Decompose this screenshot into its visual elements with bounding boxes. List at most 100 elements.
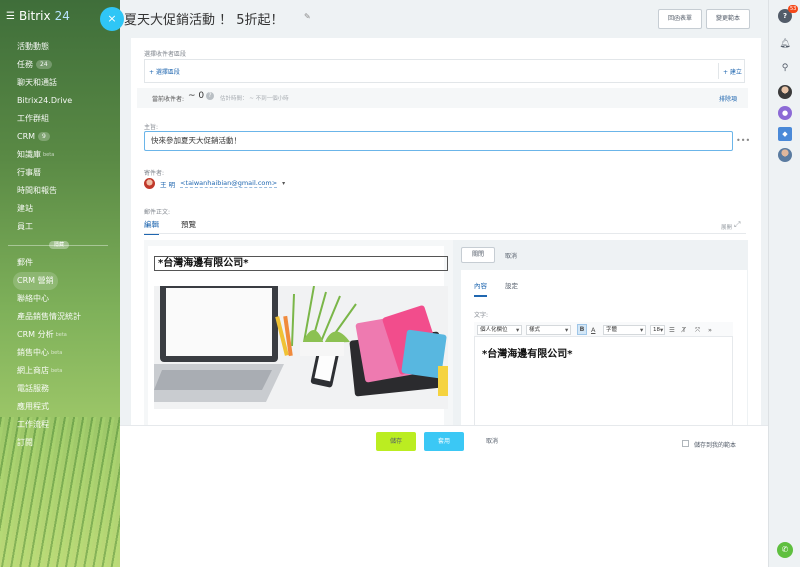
text-toolbar: 個人化欄位 ▾ 樣式 ▾ B A 字體 ▾ 18 ▾ ☰ T̸ ⤧ » xyxy=(474,322,733,337)
notification-badge: 53 xyxy=(788,5,799,13)
align-icon[interactable]: ☰ xyxy=(669,325,675,335)
sender-field[interactable]: 王 明 <taiwanhaibian@gmail.com> ▾ xyxy=(144,178,285,189)
avatar[interactable] xyxy=(778,148,792,162)
editor-text[interactable]: *台灣海邊有限公司* xyxy=(482,345,572,360)
bell-icon[interactable]: 🔔︎ xyxy=(778,37,792,51)
info-icon[interactable]: ? xyxy=(206,92,214,100)
group-chat-icon[interactable]: ◆ xyxy=(778,127,792,141)
cancel-button[interactable]: 取消 xyxy=(505,251,517,260)
preview-heading[interactable]: *台灣海邊有限公司* xyxy=(154,256,448,271)
create-segment-link[interactable]: + 建立 xyxy=(723,67,742,76)
save-template-checkbox[interactable] xyxy=(682,440,689,447)
sidebar-menu: 活動動態 任務 24 聊天和通話 Bitrix24.Drive 工作群組 CRM 9… xyxy=(8,38,108,452)
sidebar-item[interactable]: Bitrix24.Drive xyxy=(17,92,108,110)
font-color-icon[interactable]: A xyxy=(591,325,595,335)
menu-icon[interactable]: ☰ xyxy=(6,11,15,22)
sidebar-item[interactable]: 網上商店 beta xyxy=(17,362,108,380)
hidden-separator[interactable]: 隱藏 xyxy=(8,239,108,251)
slider-header: 夏天大促銷活動 ！ 5折起！ ✎ 回函表單 變更範本 xyxy=(120,0,768,38)
sidebar-item[interactable]: 工作流程 xyxy=(17,416,108,434)
exclude-link[interactable]: 排除項 xyxy=(719,94,737,103)
chevron-down-icon[interactable]: ▾ xyxy=(282,180,285,187)
return-form-button[interactable]: 回函表單 xyxy=(658,9,702,29)
chevron-down-icon: ▾ xyxy=(660,326,664,334)
sender-name: 王 明 xyxy=(160,180,176,189)
close-button[interactable]: 關閉 xyxy=(461,247,495,263)
sidebar-item[interactable]: 聯絡中心 xyxy=(17,290,108,308)
change-template-button[interactable]: 變更範本 xyxy=(706,9,750,29)
bold-icon[interactable]: B xyxy=(577,324,587,335)
select-segment-link[interactable]: + 選擇區段 xyxy=(149,67,180,76)
tab-preview[interactable]: 預覽 xyxy=(181,219,196,230)
sidebar-item[interactable]: 訂閱 xyxy=(17,434,108,452)
save-template-label: 儲存到我的範本 xyxy=(694,442,737,449)
expand-label[interactable]: 展開 xyxy=(721,223,732,231)
sidebar-item-active[interactable]: CRM 營銷 xyxy=(13,272,58,290)
save-button[interactable]: 儲存 xyxy=(376,432,416,451)
segment-field: + 選擇區段 + 建立 xyxy=(144,59,745,83)
sidebar-item[interactable]: CRM 分析 beta xyxy=(17,326,108,344)
page-title: 夏天大促銷活動 ！ 5折起！ xyxy=(124,13,284,28)
sidebar-item[interactable]: 行事曆 xyxy=(17,164,108,182)
sidebar-item[interactable]: 產品銷售情況統計 xyxy=(17,308,108,326)
current-recipients-value: ~ 0 xyxy=(188,91,205,101)
sidebar-item[interactable]: 建站 xyxy=(17,200,108,218)
logo-text: Bitrix xyxy=(18,9,51,23)
tab-settings[interactable]: 設定 xyxy=(505,280,518,290)
recipients-info-bar: 當前收件者: ~ 0 ? 估計時間： ~ 不到一個小時 排除項 xyxy=(137,88,748,108)
beta-tag: beta xyxy=(55,332,67,338)
sidebar-item[interactable]: 員工 xyxy=(17,218,108,236)
sidebar-item[interactable]: 聊天和通話 xyxy=(17,74,108,92)
clear-format-icon[interactable]: T̸ xyxy=(682,325,686,335)
block-settings-panel: 關閉 取消 內容 設定 文字: 個人化欄位 ▾ 樣式 ▾ B A 字體 ▾ 18… xyxy=(453,240,748,425)
subject-label: 主旨: xyxy=(144,124,159,131)
panel-card: 內容 設定 文字: 個人化欄位 ▾ 樣式 ▾ B A 字體 ▾ 18 ▾ ☰ T… xyxy=(461,270,747,425)
body-label: 郵件正文: xyxy=(144,209,171,216)
text-label: 文字: xyxy=(474,312,489,319)
counter-badge: 24 xyxy=(36,60,52,69)
hero-image[interactable] xyxy=(154,286,448,409)
avatar[interactable]: ● xyxy=(778,106,792,120)
sidebar-item[interactable]: 時間和報告 xyxy=(17,182,108,200)
tab-underline xyxy=(144,233,746,234)
more-icon[interactable]: ••• xyxy=(736,136,750,145)
beta-tag: beta xyxy=(43,152,55,158)
avatar[interactable] xyxy=(778,85,792,99)
sidebar-item[interactable]: 任務 24 xyxy=(17,56,108,74)
beta-tag: beta xyxy=(51,368,63,374)
phone-icon[interactable]: ✆ xyxy=(777,542,793,558)
divider xyxy=(718,63,719,79)
pencil-icon[interactable]: ✎ xyxy=(304,12,311,21)
sidebar-item[interactable]: 工作群組 xyxy=(17,110,108,128)
close-slider-button[interactable]: × xyxy=(100,7,124,31)
estimate-text: 估計時間： ~ 不到一個小時 xyxy=(220,96,289,102)
chevron-down-icon: ▾ xyxy=(516,326,520,334)
sidebar-item[interactable]: 活動動態 xyxy=(17,38,108,56)
logo[interactable]: ☰ Bitrix 24 xyxy=(6,9,70,23)
letter-form: 選擇收件者區段 + 選擇區段 + 建立 當前收件者: ~ 0 ? 估計時間： ~… xyxy=(131,38,761,425)
more-tools-icon[interactable]: » xyxy=(708,325,712,335)
subject-input[interactable]: 快來參加夏天大促銷活動！ xyxy=(144,131,733,151)
avatar xyxy=(144,178,155,189)
logo-suffix: 24 xyxy=(54,9,70,23)
right-toolbar: ? 53 🔔︎ ⚲ ● ◆ ✆ xyxy=(768,0,800,567)
chevron-down-icon: ▾ xyxy=(640,326,644,334)
sidebar-item[interactable]: 知識庫 beta xyxy=(17,146,108,164)
beta-tag: beta xyxy=(51,350,63,356)
counter-badge: 9 xyxy=(38,132,50,141)
sidebar-item[interactable]: CRM 9 xyxy=(17,128,108,146)
sidebar-item[interactable]: 銷售中心 beta xyxy=(17,344,108,362)
email-preview[interactable]: *台灣海邊有限公司* xyxy=(148,246,448,425)
sidebar-item[interactable]: 應用程式 xyxy=(17,398,108,416)
tab-content[interactable]: 內容 xyxy=(474,280,487,297)
sidebar-item[interactable]: 郵件 xyxy=(17,254,108,272)
recipients-label: 選擇收件者區段 xyxy=(144,51,187,58)
sender-label: 寄件者: xyxy=(144,170,165,177)
fullscreen-icon[interactable]: ⤧ xyxy=(695,325,700,335)
apply-button[interactable]: 套用 xyxy=(424,432,464,451)
search-icon[interactable]: ⚲ xyxy=(778,61,792,75)
cancel-footer-button[interactable]: 取消 xyxy=(472,432,512,451)
expand-icon[interactable]: ⤢ xyxy=(734,220,740,230)
sidebar-item[interactable]: 電話服務 xyxy=(17,380,108,398)
sender-email: <taiwanhaibian@gmail.com> xyxy=(180,179,278,188)
